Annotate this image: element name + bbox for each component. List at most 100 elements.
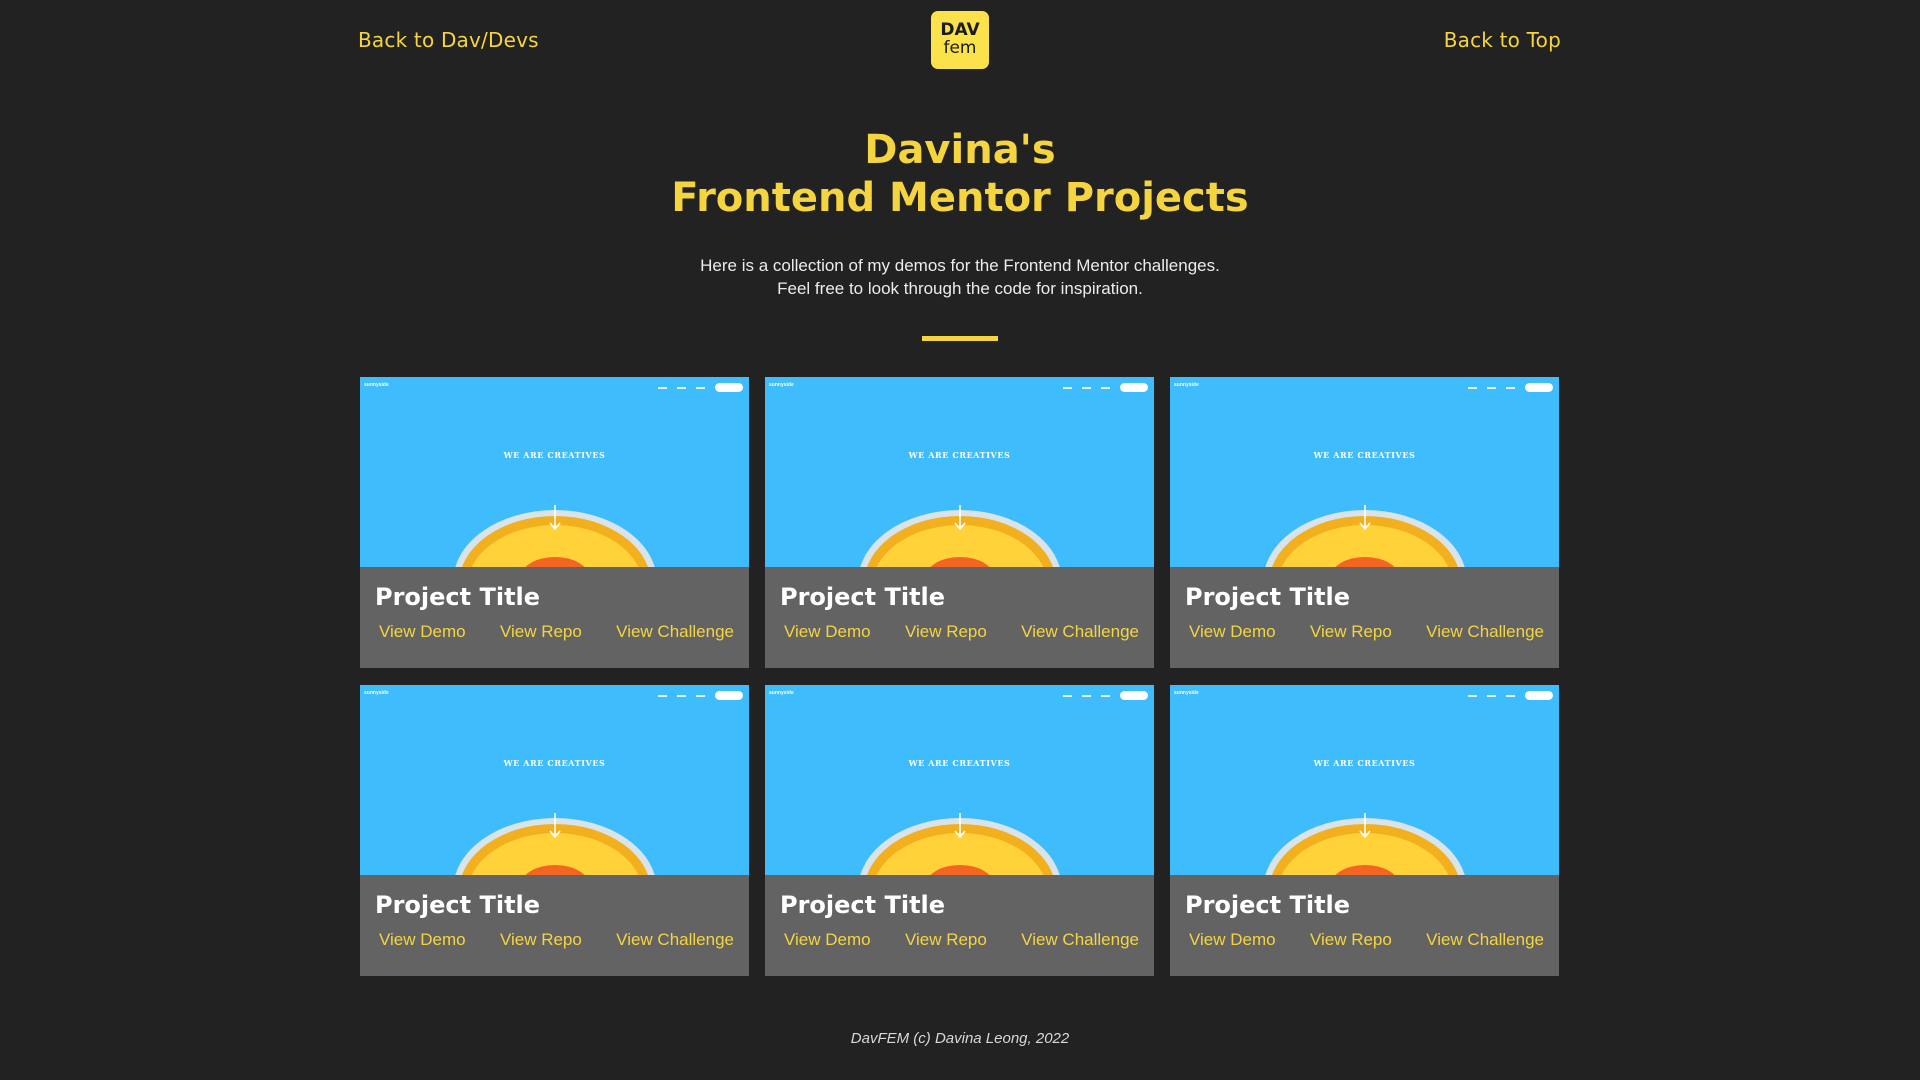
view-challenge-link[interactable]: View Challenge [1021,930,1139,950]
project-title: Project Title [780,583,946,611]
view-demo-link[interactable]: View Demo [784,930,871,950]
view-challenge-link[interactable]: View Challenge [1426,622,1544,642]
thumbnail-nav-item [1506,386,1515,389]
card-body: Project Title View Demo View Repo View C… [360,875,749,950]
back-to-top-link[interactable]: Back to Top [1444,28,1561,52]
project-thumbnail[interactable]: sunnyside WE ARE CREATIVES [765,377,1154,567]
card-body: Project Title View Demo View Repo View C… [765,567,1154,642]
thumbnail-nav-item [1063,694,1072,697]
thumbnail-brand: sunnyside [364,690,389,696]
view-demo-link[interactable]: View Demo [379,930,466,950]
view-demo-link[interactable]: View Demo [1189,622,1276,642]
project-links: View Demo View Repo View Challenge [780,622,1139,642]
orange-illustration [860,505,1060,567]
card-body: Project Title View Demo View Repo View C… [1170,875,1559,950]
intro-line-1: Here is a collection of my demos for the… [700,256,1220,275]
thumbnail-brand: sunnyside [364,382,389,388]
thumbnail-brand: sunnyside [769,690,794,696]
thumbnail-nav-item [677,386,686,389]
view-challenge-link[interactable]: View Challenge [1021,622,1139,642]
thumbnail-headline: WE ARE CREATIVES [908,758,1011,768]
logo[interactable]: DAV fem [931,11,989,69]
thumbnail-nav-item [1487,694,1496,697]
thumbnail-nav-item [677,694,686,697]
thumbnail-headline: WE ARE CREATIVES [503,450,606,460]
project-title: Project Title [375,891,541,919]
project-title: Project Title [1185,583,1351,611]
view-demo-link[interactable]: View Demo [379,622,466,642]
project-card: sunnyside WE ARE CREATIVES Project Title… [1170,685,1559,976]
project-thumbnail[interactable]: sunnyside WE ARE CREATIVES [360,377,749,567]
thumbnail-contact-pill [1120,383,1148,392]
logo-bottom-text: fem [943,38,977,58]
thumbnail-nav-item [1468,694,1477,697]
thumbnail-nav-item [696,694,705,697]
thumbnail-nav-item [658,386,667,389]
thumbnail-nav [658,383,743,392]
thumbnail-nav-item [696,386,705,389]
divider [922,336,998,341]
view-repo-link[interactable]: View Repo [500,930,582,950]
project-links: View Demo View Repo View Challenge [375,622,734,642]
thumbnail-headline: WE ARE CREATIVES [1313,450,1416,460]
view-repo-link[interactable]: View Repo [500,622,582,642]
thumbnail-nav [1468,383,1553,392]
view-challenge-link[interactable]: View Challenge [616,930,734,950]
thumbnail-nav-item [1101,386,1110,389]
thumbnail-brand: sunnyside [769,382,794,388]
thumbnail-nav-item [1506,694,1515,697]
thumbnail-contact-pill [1525,691,1553,700]
project-thumbnail[interactable]: sunnyside WE ARE CREATIVES [1170,685,1559,875]
project-title: Project Title [375,583,541,611]
view-repo-link[interactable]: View Repo [905,930,987,950]
project-thumbnail[interactable]: sunnyside WE ARE CREATIVES [765,685,1154,875]
thumbnail-nav [1063,383,1148,392]
back-to-devs-link[interactable]: Back to Dav/Devs [358,28,539,52]
card-body: Project Title View Demo View Repo View C… [360,567,749,642]
thumbnail-nav-item [1082,694,1091,697]
project-links: View Demo View Repo View Challenge [780,930,1139,950]
thumbnail-headline: WE ARE CREATIVES [908,450,1011,460]
view-demo-link[interactable]: View Demo [784,622,871,642]
view-demo-link[interactable]: View Demo [1189,930,1276,950]
thumbnail-nav [1063,691,1148,700]
view-repo-link[interactable]: View Repo [905,622,987,642]
project-title: Project Title [1185,891,1351,919]
project-card: sunnyside WE ARE CREATIVES Project Title… [360,377,749,668]
project-links: View Demo View Repo View Challenge [1185,930,1544,950]
thumbnail-nav-item [658,694,667,697]
orange-illustration [860,813,1060,875]
project-card: sunnyside WE ARE CREATIVES Project Title… [765,685,1154,976]
project-card: sunnyside WE ARE CREATIVES Project Title… [1170,377,1559,668]
page: Back to Dav/Devs DAV fem Back to Top Dav… [0,0,1920,1080]
orange-illustration [1265,813,1465,875]
page-title: Davina's Frontend Mentor Projects [0,126,1920,222]
intro-text: Here is a collection of my demos for the… [0,254,1920,300]
thumbnail-nav-item [1468,386,1477,389]
intro-line-2: Feel free to look through the code for i… [777,279,1143,298]
project-links: View Demo View Repo View Challenge [1185,622,1544,642]
thumbnail-headline: WE ARE CREATIVES [503,758,606,768]
view-challenge-link[interactable]: View Challenge [1426,930,1544,950]
project-grid: sunnyside WE ARE CREATIVES Project Title… [360,377,1560,976]
project-thumbnail[interactable]: sunnyside WE ARE CREATIVES [360,685,749,875]
thumbnail-contact-pill [715,383,743,392]
project-links: View Demo View Repo View Challenge [375,930,734,950]
thumbnail-nav [1468,691,1553,700]
view-repo-link[interactable]: View Repo [1310,930,1392,950]
thumbnail-contact-pill [1525,383,1553,392]
thumbnail-nav [658,691,743,700]
thumbnail-contact-pill [1120,691,1148,700]
title-line-2: Frontend Mentor Projects [671,175,1249,221]
project-card: sunnyside WE ARE CREATIVES Project Title… [360,685,749,976]
view-challenge-link[interactable]: View Challenge [616,622,734,642]
thumbnail-brand: sunnyside [1174,382,1199,388]
thumbnail-nav-item [1101,694,1110,697]
view-repo-link[interactable]: View Repo [1310,622,1392,642]
project-title: Project Title [780,891,946,919]
project-thumbnail[interactable]: sunnyside WE ARE CREATIVES [1170,377,1559,567]
thumbnail-nav-item [1487,386,1496,389]
project-card: sunnyside WE ARE CREATIVES Project Title… [765,377,1154,668]
thumbnail-nav-item [1082,386,1091,389]
orange-illustration [1265,505,1465,567]
